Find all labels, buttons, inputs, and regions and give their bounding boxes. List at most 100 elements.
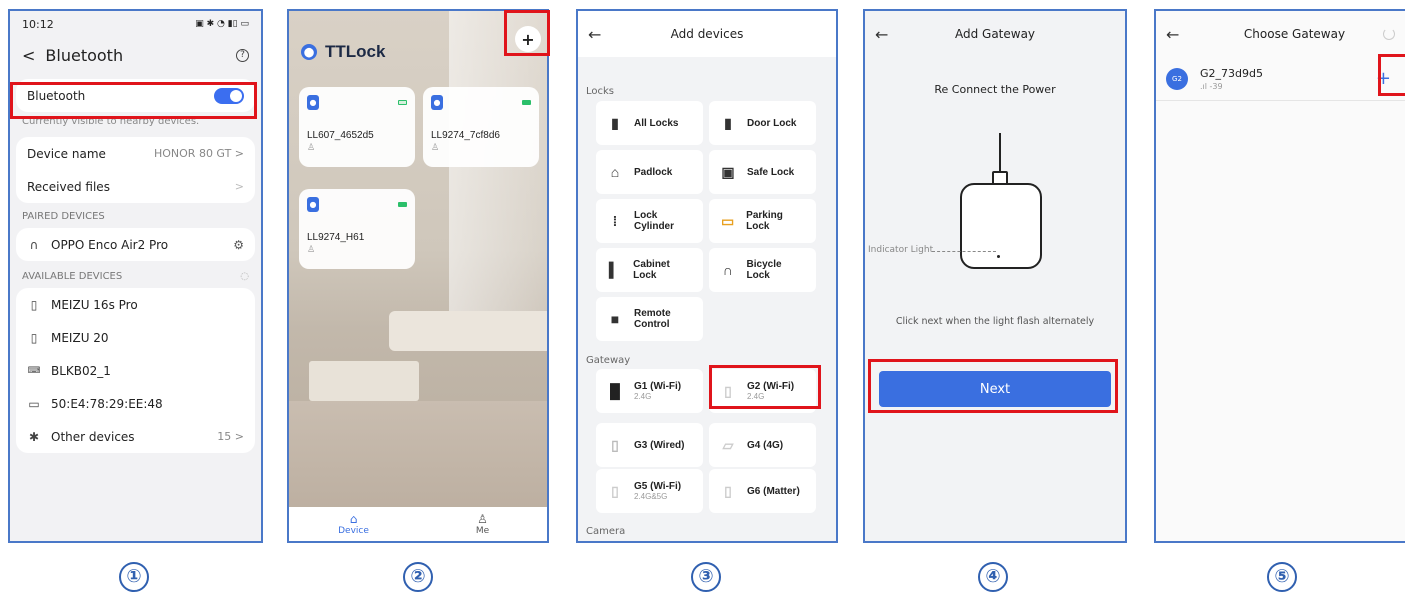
step-number-4: ④ <box>978 562 1008 592</box>
bluetooth-icon: ✱ <box>28 429 40 444</box>
back-button[interactable]: < <box>22 46 35 65</box>
ttlock-home-screen: ⬤ TTLock + ● LL607_4652d5 ♙ ● LL9274_7cf… <box>287 9 549 543</box>
user-icon: ♙ <box>307 245 316 255</box>
user-icon: ♙ <box>307 143 316 153</box>
device-type-parking-lock[interactable]: ▭ Parking Lock <box>709 199 816 243</box>
step-number-1: ① <box>119 562 149 592</box>
status-icons: ▣ ✱ ◔ ▮▯ ▭ <box>195 19 249 29</box>
gateway-type-g3[interactable]: ▯ G3 (Wired) <box>596 423 703 467</box>
lock-card[interactable]: ● LL9274_H61 ♙ <box>299 189 415 269</box>
padlock-icon: ⌂ <box>610 164 620 180</box>
highlight-add-button <box>504 10 550 56</box>
highlight-g2-gateway <box>709 365 821 409</box>
lock-cylinder-icon: ⁞ <box>612 213 618 229</box>
available-device-row[interactable]: ▭ 50:E4:78:29:EE:48 <box>16 387 255 420</box>
tile-label: G4 (4G) <box>747 439 784 451</box>
available-devices-card: ▯ MEIZU 16s Pro ▯ MEIZU 20 ⌨ BLKB02_1 ▭ … <box>16 288 255 453</box>
available-devices-header: AVAILABLE DEVICES ◌ <box>10 261 261 288</box>
tile-label: G6 (Matter) <box>747 485 800 497</box>
app-logo: ⬤ TTLock <box>301 42 385 62</box>
available-device-name: MEIZU 20 <box>51 330 109 345</box>
device-type-lock-cylinder[interactable]: ⁞ Lock Cylinder <box>596 199 703 243</box>
help-icon[interactable]: ? <box>236 48 249 62</box>
gateway-type-g5[interactable]: ▯ G5 (Wi-Fi) 2.4G&5G <box>596 469 703 513</box>
available-device-name: 50:E4:78:29:EE:48 <box>51 396 163 411</box>
paired-device-name: OPPO Enco Air2 Pro <box>51 237 169 252</box>
step-number-3: ③ <box>691 562 721 592</box>
header: ← Add devices <box>578 11 836 57</box>
tile-text: G5 (Wi-Fi) 2.4G&5G <box>634 481 681 501</box>
gateway-avatar-icon: G2 <box>1166 67 1188 90</box>
phone-icon: ▯ <box>30 297 38 312</box>
highlight-bluetooth-toggle <box>10 82 257 119</box>
device-type-padlock[interactable]: ⌂ Padlock <box>596 150 703 194</box>
device-type-remote-control[interactable]: ■ Remote Control <box>596 297 703 341</box>
device-type-safe-lock[interactable]: ▣ Safe Lock <box>709 150 816 194</box>
bicycle-lock-icon: ∩ <box>722 262 733 278</box>
device-name-label: Device name <box>27 146 106 161</box>
lock-card[interactable]: ● LL9274_7cf8d6 ♙ <box>423 87 539 167</box>
tile-label: All Locks <box>634 117 679 129</box>
device-type-bicycle-lock[interactable]: ∩ Bicycle Lock <box>709 248 816 292</box>
gateway-g5-icon: ▯ <box>611 482 619 499</box>
device-name-row[interactable]: Device name HONOR 80 GT > <box>16 137 255 170</box>
available-device-name: MEIZU 16s Pro <box>51 297 138 312</box>
tile-label: G5 (Wi-Fi) <box>634 481 682 492</box>
battery-icon <box>398 100 407 105</box>
device-type-cabinet-lock[interactable]: ▍ Cabinet Lock <box>596 248 703 292</box>
gateway-name: G2_73d9d5 <box>1200 66 1263 80</box>
received-files-row[interactable]: Received files > <box>16 170 255 203</box>
add-gateway-screen: ← Add Gateway Re Connect the Power Indic… <box>863 9 1127 543</box>
back-arrow-icon[interactable]: ← <box>1166 25 1206 44</box>
remote-control-icon: ■ <box>610 311 620 327</box>
gateway-g4-icon: ▱ <box>722 436 734 453</box>
tile-label: Lock Cylinder <box>634 210 675 232</box>
highlight-add-gateway-button <box>1378 54 1405 96</box>
tile-label: Safe Lock <box>747 166 795 178</box>
gear-icon[interactable]: ⚙ <box>233 238 244 252</box>
paired-device-row[interactable]: ∩ OPPO Enco Air2 Pro ⚙ <box>16 228 255 261</box>
indicator-light-label: Indicator Light <box>868 245 934 255</box>
tab-me[interactable]: ♙ Me <box>418 507 547 541</box>
gateway-type-g1[interactable]: █ G1 (Wi-Fi) 2.4G <box>596 369 703 413</box>
lock-name: LL9274_H61 <box>307 232 365 243</box>
tile-label: G1 (Wi-Fi) <box>634 381 682 392</box>
tile-label: Door Lock <box>747 117 797 129</box>
other-devices-count: 15 > <box>217 430 244 443</box>
headphones-icon: ∩ <box>29 237 39 252</box>
gateway-type-g4[interactable]: ▱ G4 (4G) <box>709 423 816 467</box>
highlight-next-button <box>868 359 1118 413</box>
laptop-icon: ▭ <box>28 396 40 411</box>
available-device-row[interactable]: ⌨ BLKB02_1 <box>16 354 255 387</box>
phone-icon: ▯ <box>30 330 38 345</box>
header: ← Add Gateway <box>865 11 1125 57</box>
header: ← Choose Gateway <box>1156 11 1405 57</box>
tile-text: G1 (Wi-Fi) 2.4G <box>634 381 681 401</box>
ttlock-logo-icon: ⬤ <box>301 44 317 60</box>
gateway-list-item[interactable]: G2 G2_73d9d5 .ıl -39 + <box>1156 57 1405 101</box>
back-arrow-icon[interactable]: ← <box>875 25 915 44</box>
lock-card[interactable]: ● LL607_4652d5 ♙ <box>299 87 415 167</box>
background-sofa <box>389 311 547 351</box>
paired-devices-card: ∩ OPPO Enco Air2 Pro ⚙ <box>16 228 255 261</box>
available-device-row[interactable]: ▯ MEIZU 20 <box>16 321 255 354</box>
available-device-row[interactable]: ▯ MEIZU 16s Pro <box>16 288 255 321</box>
other-devices-row[interactable]: ✱ Other devices 15 > <box>16 420 255 453</box>
safe-icon: ▣ <box>721 163 735 180</box>
step-number-5: ⑤ <box>1267 562 1297 592</box>
gateway-g6-icon: ▯ <box>724 482 732 499</box>
page-title: Add devices <box>670 27 744 41</box>
back-arrow-icon[interactable]: ← <box>588 25 628 44</box>
person-icon: ♙ <box>477 512 488 526</box>
device-type-door-lock[interactable]: ▮ Door Lock <box>709 101 816 145</box>
available-header-label: AVAILABLE DEVICES <box>22 271 123 282</box>
device-type-all-locks[interactable]: ▮ All Locks <box>596 101 703 145</box>
indicator-leader-line <box>932 251 996 252</box>
tab-device[interactable]: ⌂ Device <box>289 507 418 541</box>
tile-label: G3 (Wired) <box>634 439 685 451</box>
gateway-section-label: Gateway <box>586 355 631 366</box>
lock-name: LL9274_7cf8d6 <box>431 130 500 141</box>
gateway-type-g6[interactable]: ▯ G6 (Matter) <box>709 469 816 513</box>
camera-section-label: Camera <box>586 526 626 537</box>
indicator-light-dot <box>997 255 1000 258</box>
